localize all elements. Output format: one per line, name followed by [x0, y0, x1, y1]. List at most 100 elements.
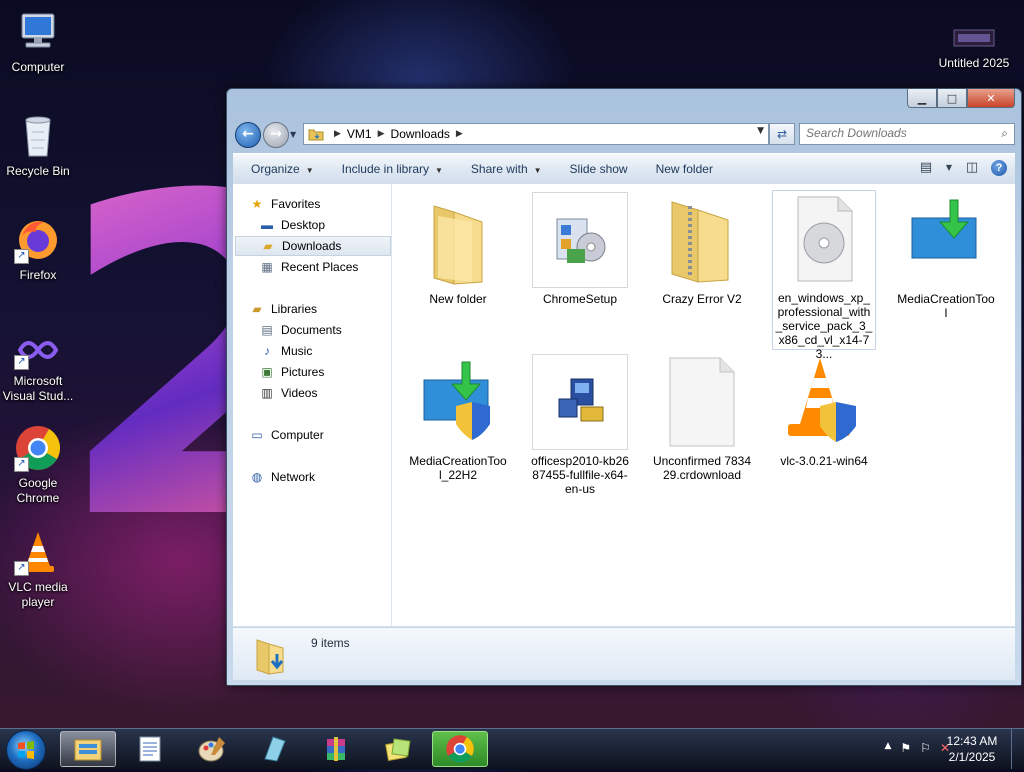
taskbar-explorer[interactable] [60, 731, 116, 767]
desktop-icon-google-chrome[interactable]: ↗ Google Chrome [0, 424, 76, 506]
file-name: Unconfirmed 783429.crdownload [652, 454, 752, 482]
file-item[interactable]: ChromeSetup [528, 192, 632, 306]
disc-image-icon [776, 191, 872, 287]
file-name: vlc-3.0.21-win64 [780, 454, 868, 468]
explorer-window[interactable]: ▁ □ ✕ ← → ▼ ▶ VM1 ▶ Downloads ▶ ▼ ⇄ ⌕ Or… [226, 88, 1022, 686]
nav-label: Downloads [282, 239, 342, 253]
desktop-icon: ▬ [261, 218, 273, 232]
nav-favorites[interactable]: ★ Favorites [249, 194, 405, 214]
taskbar-sticky-notes[interactable] [370, 731, 426, 767]
organize-menu[interactable]: Organize ▼ [233, 162, 324, 176]
refresh-button[interactable]: ⇄ [769, 123, 795, 145]
change-view-icon[interactable]: ▤ [917, 159, 935, 177]
maximize-button[interactable]: □ [937, 89, 967, 108]
window-controls: ▁ □ ✕ [907, 89, 1015, 108]
sticky-notes-icon [385, 738, 411, 762]
file-item[interactable]: MediaCreationTool [894, 192, 998, 320]
firefox-icon: ↗ [14, 216, 62, 264]
slide-show-button[interactable]: Slide show [552, 162, 638, 176]
shortcut-arrow-icon: ↗ [14, 457, 29, 472]
windows-logo-icon [18, 741, 34, 759]
chrome-icon: ↗ [14, 424, 62, 472]
nav-label: Music [281, 344, 313, 358]
share-with-menu[interactable]: Share with ▼ [453, 162, 552, 176]
nav-libraries[interactable]: ▰ Libraries [249, 299, 405, 319]
item-count: 9 items [311, 636, 350, 650]
desktop-icon-computer[interactable]: Computer [0, 8, 76, 75]
archive-icon [327, 737, 345, 761]
recent-pages-dropdown[interactable]: ▼ [290, 130, 296, 139]
taskbar-chrome[interactable] [432, 731, 488, 767]
computer-icon [14, 8, 62, 56]
taskbar: ▲ ⚑ ⚐ ✕ 12:43 AM 2/1/2025 [0, 728, 1024, 770]
taskbar-app[interactable] [246, 731, 302, 767]
nav-label: Desktop [281, 218, 326, 232]
minimize-button[interactable]: ▁ [907, 89, 937, 108]
organize-label: Organize [251, 162, 300, 176]
nav-computer[interactable]: ▭ Computer [249, 425, 405, 445]
desktop-icon-label: Microsoft Visual Stud... [2, 374, 74, 403]
share-with-label: Share with [470, 162, 528, 176]
nav-downloads[interactable]: ▰ Downloads [235, 236, 391, 256]
preview-pane-icon[interactable]: ◫ [963, 159, 981, 177]
new-folder-button[interactable]: New folder [638, 162, 723, 176]
address-bar[interactable]: ▶ VM1 ▶ Downloads ▶ ▼ [303, 123, 769, 145]
nav-network[interactable]: ◍ Network [249, 467, 405, 487]
show-desktop-button[interactable] [1011, 729, 1024, 769]
nav-label: Recent Places [281, 260, 359, 274]
documents-icon: ▤ [261, 323, 273, 337]
desktop-icon-visual-studio[interactable]: ↗ Microsoft Visual Stud... [0, 330, 76, 404]
file-name: MediaCreationTool_22H2 [409, 454, 507, 482]
nav-label: Network [271, 470, 316, 484]
desktop-icon-vlc[interactable]: ↗ VLC media player [0, 528, 76, 610]
installer-icon [532, 354, 628, 450]
taskbar-wordpad[interactable] [122, 731, 178, 767]
breadcrumb-separator-icon: ▶ [334, 129, 341, 139]
nav-label: Pictures [281, 365, 325, 379]
setup-icon [532, 192, 628, 288]
back-button[interactable]: ← [235, 122, 261, 148]
include-in-library-menu[interactable]: Include in library ▼ [324, 162, 453, 176]
forward-button[interactable]: → [263, 122, 289, 148]
taskbar-paint[interactable] [184, 731, 240, 767]
chevron-down-icon: ▼ [305, 166, 314, 175]
search-box[interactable]: ⌕ [799, 123, 1015, 145]
desktop-icon-label: Firefox [19, 268, 57, 282]
nav-label: Documents [281, 323, 342, 337]
file-item[interactable]: Unconfirmed 783429.crdownload [650, 354, 754, 482]
show-hidden-icons-icon[interactable]: ▲ [884, 741, 891, 755]
blank-file-icon [654, 354, 750, 450]
desktop-icon-firefox[interactable]: ↗ Firefox [0, 216, 76, 283]
breadcrumb-vm1[interactable]: VM1 [347, 127, 372, 141]
file-item[interactable]: New folder [406, 192, 510, 306]
recycle-bin-icon [14, 112, 62, 160]
desktop-icon-untitled-2025[interactable]: Untitled 2025 [936, 24, 1012, 71]
breadcrumb-downloads[interactable]: Downloads [391, 127, 450, 141]
file-name: en_windows_xp_professional_with_service_… [775, 291, 873, 361]
view-controls: ▤ ▼ ◫ ? [917, 159, 1007, 177]
start-button[interactable] [6, 730, 46, 770]
file-item[interactable]: MediaCreationTool_22H2 [406, 354, 510, 482]
file-item[interactable]: officesp2010-kb2687455-fullfile-x64-en-u… [528, 354, 632, 496]
view-dropdown-icon[interactable]: ▼ [945, 159, 953, 177]
address-dropdown-icon[interactable]: ▼ [757, 126, 764, 136]
help-icon[interactable]: ? [991, 160, 1007, 176]
clock[interactable]: 12:43 AM 2/1/2025 [940, 733, 1004, 765]
close-button[interactable]: ✕ [967, 89, 1015, 108]
desktop-icon-label: Google Chrome [16, 476, 60, 505]
file-item[interactable]: Crazy Error V2 [650, 192, 754, 306]
nav-label: Favorites [271, 197, 321, 211]
paint-icon [198, 737, 225, 762]
computer-icon: ▭ [251, 428, 263, 442]
flag-icon[interactable]: ⚐ [920, 741, 931, 755]
desktop-icon-recycle-bin[interactable]: Recycle Bin [0, 112, 76, 179]
music-icon: ♪ [264, 344, 270, 358]
taskbar-winrar[interactable] [308, 731, 364, 767]
search-input[interactable] [800, 124, 1012, 142]
zip-folder-icon [654, 192, 750, 288]
shortcut-arrow-icon: ↗ [14, 561, 29, 576]
file-item-selected[interactable]: en_windows_xp_professional_with_service_… [772, 190, 876, 361]
file-name: MediaCreationTool [897, 292, 995, 320]
action-center-icon[interactable]: ⚑ [900, 741, 911, 755]
file-item[interactable]: vlc-3.0.21-win64 [772, 354, 876, 468]
